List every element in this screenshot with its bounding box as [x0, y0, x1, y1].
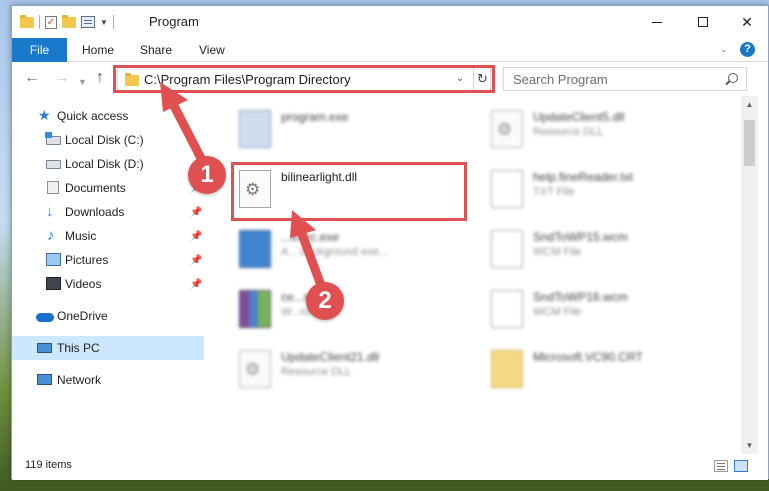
arrow-1: [160, 82, 211, 173]
step-badge-2: 2: [306, 282, 344, 320]
arrow-2: [290, 210, 327, 293]
step-badge-1: 1: [188, 156, 226, 194]
annotation-arrows: [160, 82, 327, 293]
